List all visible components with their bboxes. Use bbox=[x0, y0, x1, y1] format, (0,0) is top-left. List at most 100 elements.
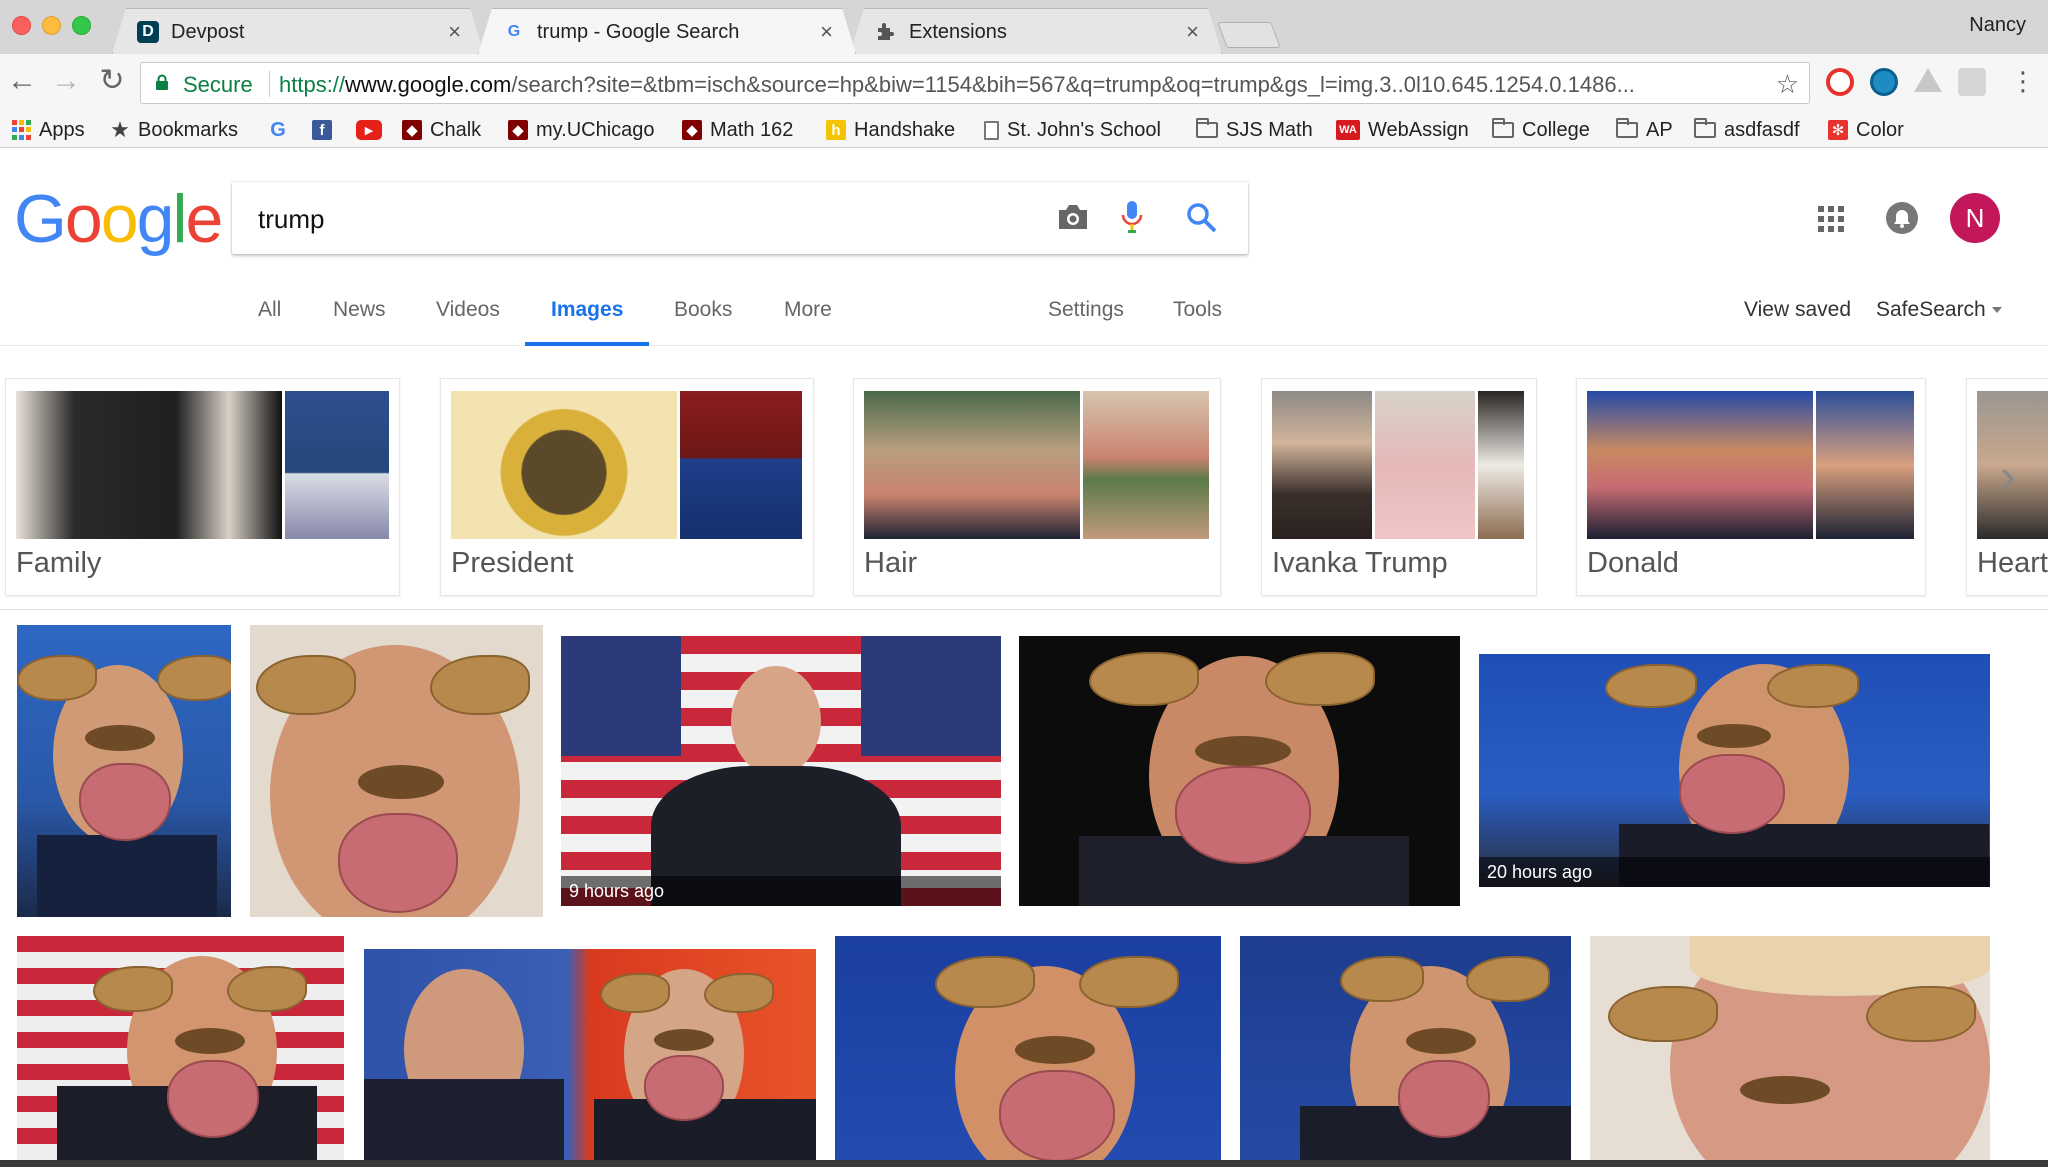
image-result[interactable]: 9 hours ago bbox=[561, 636, 1001, 906]
image-result[interactable] bbox=[364, 949, 816, 1160]
tab-close-icon[interactable]: × bbox=[448, 19, 461, 45]
browser-menu-icon[interactable]: ⋮ bbox=[2010, 66, 2036, 97]
eye-extension-icon[interactable] bbox=[1870, 68, 1898, 96]
view-saved-link[interactable]: View saved bbox=[1744, 298, 1851, 322]
tab-more[interactable]: More bbox=[784, 298, 832, 322]
tab-tools[interactable]: Tools bbox=[1173, 298, 1222, 322]
bookmark-webassign[interactable]: WA WebAssign bbox=[1336, 117, 1469, 143]
flag-canton bbox=[561, 636, 681, 756]
bookmark-ap[interactable]: AP bbox=[1616, 117, 1673, 143]
tab-extensions[interactable]: Extensions × bbox=[850, 8, 1222, 54]
related-chip-donald[interactable]: Donald bbox=[1576, 378, 1926, 596]
tab-books[interactable]: Books bbox=[674, 298, 732, 322]
tab-videos[interactable]: Videos bbox=[436, 298, 500, 322]
bookmark-st-johns[interactable]: St. John's School bbox=[984, 117, 1161, 143]
dog-ear-right bbox=[227, 966, 307, 1012]
tab-google-search[interactable]: G trump - Google Search × bbox=[478, 8, 856, 54]
minimize-window-button[interactable] bbox=[42, 16, 61, 35]
related-chip-family[interactable]: Family bbox=[5, 378, 400, 596]
bookmark-college[interactable]: College bbox=[1492, 117, 1590, 143]
bookmark-star-icon[interactable]: ☆ bbox=[1776, 69, 1799, 100]
dog-tongue bbox=[167, 1060, 259, 1138]
screenshot-extension-icon[interactable] bbox=[1958, 68, 1986, 96]
tab-images[interactable]: Images bbox=[551, 298, 623, 322]
tab-news[interactable]: News bbox=[333, 298, 386, 322]
omnibox-separator bbox=[269, 71, 270, 97]
dog-tongue bbox=[644, 1055, 724, 1121]
reload-button[interactable]: ↻ bbox=[94, 66, 130, 96]
bookmark-myuchicago[interactable]: ◆ my.UChicago bbox=[508, 117, 655, 143]
bookmark-bookmarks[interactable]: ★ Bookmarks bbox=[110, 117, 238, 143]
dog-ear-right bbox=[157, 655, 231, 701]
bookmark-google[interactable]: G bbox=[268, 117, 296, 143]
search-input[interactable]: trump bbox=[258, 204, 324, 235]
google-apps-icon[interactable] bbox=[1818, 206, 1844, 232]
bookmark-handshake[interactable]: h Handshake bbox=[826, 117, 955, 143]
bookmark-sjs-math[interactable]: SJS Math bbox=[1196, 117, 1313, 143]
image-result[interactable] bbox=[1240, 936, 1571, 1160]
image-result[interactable] bbox=[250, 625, 543, 917]
bookmark-chalk[interactable]: ◆ Chalk bbox=[402, 117, 481, 143]
bookmark-facebook[interactable]: f bbox=[312, 117, 340, 143]
uchicago-icon: ◆ bbox=[402, 120, 422, 140]
tab-all[interactable]: All bbox=[258, 298, 281, 322]
camera-icon[interactable] bbox=[1056, 202, 1090, 232]
forward-button[interactable]: → bbox=[48, 66, 84, 96]
image-result[interactable] bbox=[17, 625, 231, 917]
dog-ear-left bbox=[1605, 664, 1697, 708]
account-avatar[interactable]: N bbox=[1950, 193, 2000, 243]
image-result[interactable] bbox=[1019, 636, 1460, 906]
search-icon[interactable] bbox=[1186, 202, 1218, 234]
image-result[interactable] bbox=[17, 936, 344, 1160]
dog-nose bbox=[1195, 736, 1291, 766]
google-logo[interactable]: Google bbox=[14, 180, 223, 258]
related-chip-hair[interactable]: Hair bbox=[853, 378, 1221, 596]
new-tab-button[interactable] bbox=[1217, 22, 1281, 48]
close-window-button[interactable] bbox=[12, 16, 31, 35]
microphone-icon[interactable] bbox=[1120, 199, 1144, 235]
url-host: www.google.com bbox=[345, 72, 512, 97]
chip-scroll-right-icon[interactable]: › bbox=[2000, 448, 2015, 502]
dog-nose bbox=[1015, 1036, 1095, 1064]
drive-extension-icon[interactable] bbox=[1914, 68, 1942, 92]
bookmark-label: Apps bbox=[39, 118, 85, 141]
bookmark-label: Color bbox=[1856, 118, 1904, 141]
bookmark-youtube[interactable]: ▶ bbox=[356, 117, 390, 143]
bookmark-label: College bbox=[1522, 118, 1590, 141]
url-text[interactable]: https://www.google.com/search?site=&tbm=… bbox=[279, 72, 1769, 98]
back-button[interactable]: ← bbox=[4, 66, 40, 96]
safesearch-dropdown[interactable]: SafeSearch bbox=[1876, 298, 2002, 322]
browser-tab-bar: D Devpost × G trump - Google Search × Ex… bbox=[0, 0, 2048, 54]
notifications-bell-icon[interactable] bbox=[1886, 202, 1918, 234]
dog-ear-left bbox=[1608, 986, 1718, 1042]
tab-close-icon[interactable]: × bbox=[820, 19, 833, 45]
image-result[interactable] bbox=[835, 936, 1221, 1160]
dog-tongue bbox=[999, 1070, 1115, 1160]
search-nav-tabs: All News Videos Images Books More Settin… bbox=[0, 290, 2048, 346]
image-result[interactable]: 20 hours ago bbox=[1479, 654, 1990, 887]
lock-icon bbox=[156, 74, 168, 90]
bookmark-math162[interactable]: ◆ Math 162 bbox=[682, 117, 793, 143]
tab-settings[interactable]: Settings bbox=[1048, 298, 1124, 322]
dog-nose bbox=[654, 1029, 714, 1051]
adblock-extension-icon[interactable] bbox=[1826, 68, 1854, 96]
related-chip-ivanka-trump[interactable]: Ivanka Trump bbox=[1261, 378, 1537, 596]
timestamp: 20 hours ago bbox=[1479, 857, 1990, 887]
search-box[interactable]: trump bbox=[232, 182, 1248, 254]
image-result[interactable] bbox=[1590, 936, 1990, 1160]
tab-devpost[interactable]: D Devpost × bbox=[112, 8, 484, 54]
chip-thumbnails bbox=[1587, 391, 1915, 539]
tab-close-icon[interactable]: × bbox=[1186, 19, 1199, 45]
profile-name[interactable]: Nancy bbox=[1969, 14, 2026, 37]
bookmark-asdfasdf[interactable]: asdfasdf bbox=[1694, 117, 1800, 143]
bookmark-apps[interactable]: Apps bbox=[12, 117, 85, 143]
bookmark-label: Bookmarks bbox=[138, 118, 239, 141]
maximize-window-button[interactable] bbox=[72, 16, 91, 35]
uchicago-icon: ◆ bbox=[508, 120, 528, 140]
related-chip-president[interactable]: President bbox=[440, 378, 814, 596]
page-icon bbox=[984, 120, 999, 140]
bookmark-color[interactable]: ✻ Color bbox=[1828, 117, 1904, 143]
address-bar[interactable]: Secure https://www.google.com/search?sit… bbox=[140, 62, 1810, 104]
logo-letter: l bbox=[172, 181, 187, 257]
chip-thumbnails bbox=[1272, 391, 1526, 539]
